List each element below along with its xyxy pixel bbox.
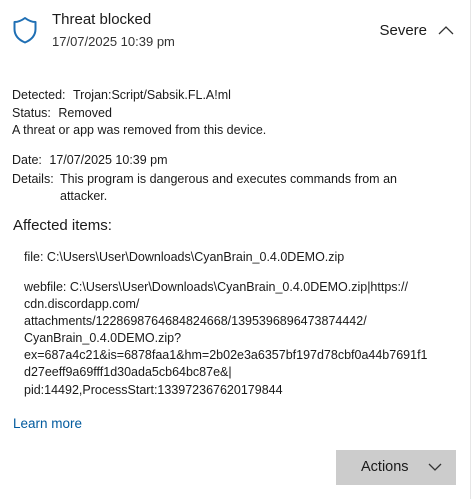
details-label: Details:: [12, 172, 54, 186]
affected-file: file: C:\Users\User\Downloads\CyanBrain_…: [24, 250, 345, 264]
status-message: A threat or app was removed from this de…: [12, 123, 267, 137]
date-value: 17/07/2025 10:39 pm: [49, 153, 168, 167]
status-label: Status:: [12, 106, 51, 120]
detected-label: Detected:: [12, 88, 66, 102]
detected-row: Detected: Trojan:Script/Sabsik.FL.A!ml: [12, 87, 231, 104]
status-row: Status: Removed: [12, 105, 112, 122]
severity-label: Severe: [379, 22, 427, 39]
date-label: Date:: [12, 153, 42, 167]
learn-more-link[interactable]: Learn more: [13, 416, 82, 431]
threat-timestamp: 17/07/2025 10:39 pm: [52, 34, 175, 49]
status-value: Removed: [58, 106, 112, 120]
threat-header[interactable]: Threat blocked 17/07/2025 10:39 pm Sever…: [0, 0, 471, 62]
actions-label: Actions: [361, 459, 409, 475]
affected-webfile-line: cdn.discordapp.com/: [24, 297, 140, 311]
affected-webfile-line: pid:14492,ProcessStart:13397236762017984…: [24, 383, 283, 397]
chevron-up-icon[interactable]: [437, 23, 455, 37]
date-row: Date: 17/07/2025 10:39 pm: [12, 152, 168, 169]
affected-items-heading: Affected items:: [13, 217, 112, 234]
threat-details-panel: Threat blocked 17/07/2025 10:39 pm Sever…: [0, 0, 471, 499]
details-value: This program is dangerous and executes c…: [60, 172, 397, 203]
shield-icon: [13, 17, 37, 44]
affected-webfile-line: CyanBrain_0.4.0DEMO.zip?: [24, 331, 182, 345]
affected-webfile-line: ex=687a4c21&is=6878faa1&hm=2b02e3a6357bf…: [24, 348, 428, 362]
affected-webfile-line: d27eeff9a69fff1d30ada5cb64bc87e&|: [24, 365, 232, 379]
affected-webfile-line: attachments/1228698764684824668/13953968…: [24, 314, 367, 328]
actions-button[interactable]: Actions: [336, 450, 456, 485]
threat-title: Threat blocked: [52, 11, 152, 28]
detected-value: Trojan:Script/Sabsik.FL.A!ml: [73, 88, 231, 102]
chevron-down-icon: [428, 463, 442, 471]
affected-webfile-line: webfile: C:\Users\User\Downloads\CyanBra…: [24, 280, 408, 294]
